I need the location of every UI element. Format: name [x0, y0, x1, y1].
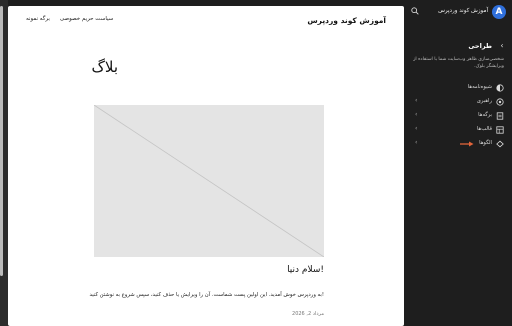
page-heading: بلاگ — [91, 58, 118, 76]
nav-link-sample-page[interactable]: برگه نمونه — [26, 16, 50, 22]
site-header: آموزش کوند وردپرس برگه نمونه سیاست حریم … — [8, 6, 404, 34]
menu-item-pages[interactable]: برگه‌ها ‹ — [404, 109, 512, 123]
nav-link-privacy-policy[interactable]: سیاست حریم خصوصی — [60, 16, 113, 22]
post-date: مرداد 2, 2026 — [292, 311, 324, 317]
search-icon[interactable] — [411, 7, 419, 15]
chevron-left-icon: ‹ — [415, 111, 418, 118]
post-title[interactable]: سلام دنیا! — [287, 265, 324, 275]
menu-item-templates[interactable]: قالب‌ها ‹ — [404, 123, 512, 137]
pointer-arrow-icon — [460, 141, 474, 147]
chevron-left-icon: ‹ — [415, 139, 418, 146]
menu-item-label: برگه‌ها — [478, 112, 492, 118]
site-title[interactable]: آموزش کوند وردپرس — [307, 16, 386, 25]
section-title: طراحی — [468, 42, 492, 50]
menu-item-label: راهبری — [476, 98, 492, 104]
post-excerpt: به وردپرس خوش آمدید. این اولین پست شماست… — [89, 292, 324, 298]
site-editor-sidebar: A آموزش کوند وردپرس ‹ طراحی شخصی‌سازی ظا… — [404, 0, 512, 326]
design-menu: شیوه‌نامه‌ها راهبری ‹ برگه‌ها ‹ — [404, 81, 512, 151]
pattern-icon — [496, 140, 504, 148]
menu-item-label: شیوه‌نامه‌ها — [467, 84, 492, 90]
preview-scrollbar[interactable] — [0, 6, 3, 276]
menu-item-navigation[interactable]: راهبری ‹ — [404, 95, 512, 109]
menu-item-styles[interactable]: شیوه‌نامه‌ها — [404, 81, 512, 95]
site-navigation: برگه نمونه سیاست حریم خصوصی — [26, 16, 113, 22]
back-chevron-icon[interactable]: ‹ — [498, 42, 506, 50]
menu-item-patterns[interactable]: الگوها ‹ — [404, 137, 512, 151]
preview-gutter — [0, 0, 8, 326]
chevron-left-icon: ‹ — [415, 125, 418, 132]
section-description: شخصی‌سازی ظاهر وب‌سایت شما با استفاده از… — [413, 57, 504, 69]
sidebar-site-name[interactable]: آموزش کوند وردپرس — [438, 8, 488, 14]
site-preview-canvas[interactable]: آموزش کوند وردپرس برگه نمونه سیاست حریم … — [8, 6, 404, 326]
menu-item-label: الگوها — [479, 140, 492, 146]
page-icon — [496, 112, 504, 120]
half-circle-icon — [496, 84, 504, 92]
chevron-left-icon: ‹ — [415, 97, 418, 104]
sidebar-header: A آموزش کوند وردپرس — [404, 0, 512, 26]
navigation-icon — [496, 98, 504, 106]
featured-image-placeholder[interactable] — [94, 105, 324, 257]
template-icon — [496, 126, 504, 134]
menu-item-label: قالب‌ها — [476, 126, 492, 132]
placeholder-diagonal — [94, 105, 324, 257]
wordpress-logo-icon[interactable]: A — [492, 5, 506, 19]
